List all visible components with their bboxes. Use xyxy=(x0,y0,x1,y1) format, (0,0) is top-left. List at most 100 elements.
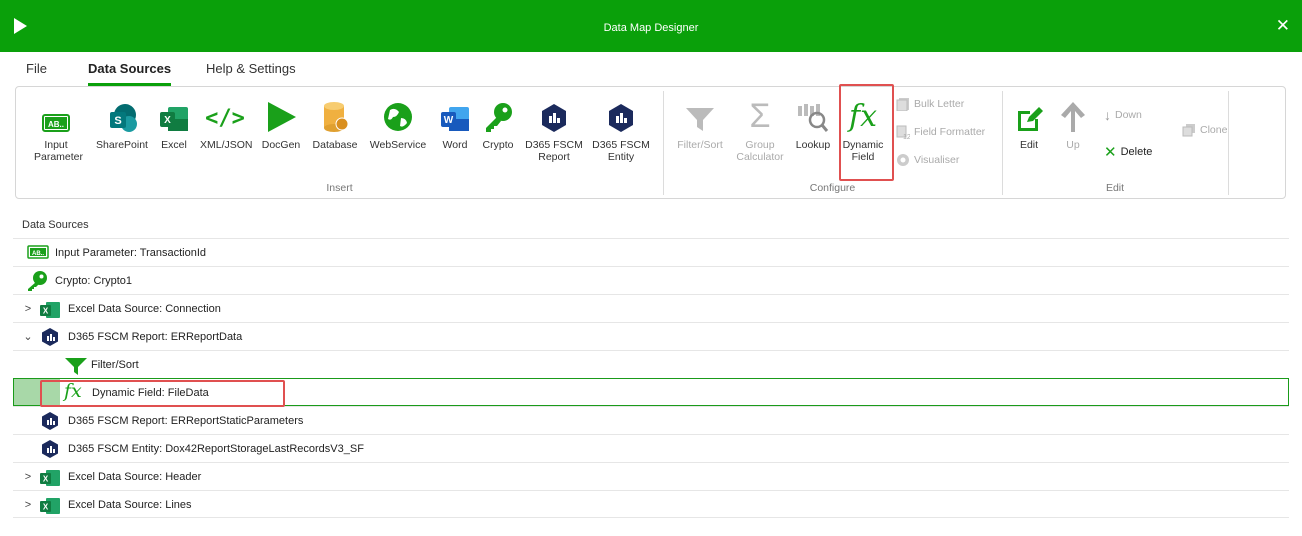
d365-fscm-report-button[interactable]: D365 FSCM Report xyxy=(524,97,584,163)
tree-row[interactable]: > X Excel Data Source: Lines xyxy=(13,490,1289,518)
word-button[interactable]: W Word xyxy=(438,97,472,151)
d365-fscm-report-label: D365 FSCM Report xyxy=(525,139,583,163)
visualiser-icon xyxy=(897,154,909,166)
code-icon: </> xyxy=(205,106,245,131)
field-formatter-icon: 123 xyxy=(896,125,910,139)
edit-label: Edit xyxy=(1019,139,1039,151)
tree-row[interactable]: AB.. Input Parameter: TransactionId xyxy=(13,238,1289,266)
bulk-letter-icon xyxy=(896,98,909,111)
tree-row[interactable]: D365 FSCM Entity: Dox42ReportStorageLast… xyxy=(13,434,1289,462)
d365-fscm-entity-button[interactable]: D365 FSCM Entity xyxy=(590,97,652,163)
webservice-button[interactable]: WebService xyxy=(368,97,428,151)
selection-indicator xyxy=(14,379,60,405)
delete-x-icon: ✕ xyxy=(1104,144,1117,161)
crypto-button[interactable]: Crypto xyxy=(478,97,518,151)
clone-button[interactable]: Clone xyxy=(1182,123,1227,137)
svg-text:AB..: AB.. xyxy=(48,120,64,129)
edit-icon xyxy=(1018,107,1043,131)
excel-icon: X xyxy=(160,107,188,131)
expand-chevron-icon[interactable]: > xyxy=(23,471,33,483)
field-formatter-button[interactable]: 123 Field Formatter xyxy=(896,125,985,139)
insert-group-label: Insert xyxy=(326,182,353,194)
delete-label: Delete xyxy=(1120,146,1153,158)
input-parameter-button[interactable]: AB.. Input Parameter xyxy=(34,97,84,163)
group-separator xyxy=(1002,91,1003,195)
input-parameter-label: Input Parameter xyxy=(34,139,84,163)
filter-sort-label: Filter/Sort xyxy=(677,139,723,151)
svg-text:123: 123 xyxy=(903,134,910,139)
tab-file[interactable]: File xyxy=(26,61,47,76)
play-icon xyxy=(268,102,296,132)
fx-icon: fx xyxy=(64,380,82,402)
input-parameter-icon: AB.. xyxy=(42,114,70,132)
tab-data-sources[interactable]: Data Sources xyxy=(88,61,172,86)
delete-button[interactable]: ✕ Delete xyxy=(1104,143,1152,161)
edit-button[interactable]: Edit xyxy=(1014,97,1044,151)
tree-row-selected[interactable]: fx Dynamic Field: FileData xyxy=(13,378,1289,406)
menu-tabs: File Data Sources Help & Settings xyxy=(0,52,1302,86)
tree-row-label: Input Parameter: TransactionId xyxy=(55,247,207,259)
lookup-button[interactable]: Lookup xyxy=(794,97,832,151)
sharepoint-button[interactable]: S SharePoint xyxy=(94,97,150,151)
d365-fscm-entity-label: D365 FSCM Entity xyxy=(592,139,650,163)
tree-row[interactable]: Filter/Sort xyxy=(13,350,1289,378)
window-title: Data Map Designer xyxy=(603,22,699,34)
svg-text:AB..: AB.. xyxy=(32,251,44,257)
database-icon xyxy=(324,102,349,132)
tree-row-label: D365 FSCM Entity: Dox42ReportStorageLast… xyxy=(68,443,364,455)
expand-chevron-icon[interactable]: > xyxy=(23,499,33,511)
svg-text:X: X xyxy=(43,307,49,316)
lookup-label: Lookup xyxy=(795,139,831,151)
tree-row-label: Excel Data Source: Lines xyxy=(68,499,192,511)
tree-row[interactable]: D365 FSCM Report: ERReportStaticParamete… xyxy=(13,406,1289,434)
word-label: Word xyxy=(442,139,468,151)
database-button[interactable]: Database xyxy=(310,97,360,151)
close-icon[interactable]: ✕ xyxy=(1276,17,1290,34)
tree-row-label: D365 FSCM Report: ERReportData xyxy=(68,331,243,343)
sharepoint-icon: S xyxy=(110,104,137,132)
d365-report-icon xyxy=(542,104,566,132)
data-sources-header: Data Sources xyxy=(22,219,89,231)
configure-group-label: Configure xyxy=(809,182,856,194)
excel-icon: X xyxy=(40,498,60,514)
svg-text:S: S xyxy=(114,115,121,127)
docgen-button[interactable]: DocGen xyxy=(260,97,302,151)
tree-row-label: Filter/Sort xyxy=(91,359,139,371)
group-separator xyxy=(1228,91,1229,195)
svg-text:X: X xyxy=(164,115,171,126)
bulk-letter-button[interactable]: Bulk Letter xyxy=(896,97,964,111)
tree-row[interactable]: Crypto: Crypto1 xyxy=(13,266,1289,294)
up-button[interactable]: Up xyxy=(1058,97,1088,151)
lookup-icon xyxy=(798,104,829,132)
webservice-label: WebService xyxy=(369,139,427,151)
sigma-icon: Σ xyxy=(749,97,771,135)
expand-chevron-icon[interactable]: > xyxy=(23,303,33,315)
xml-json-button[interactable]: </> XML/JSON xyxy=(200,97,253,151)
tree-row[interactable]: > X Excel Data Source: Header xyxy=(13,462,1289,490)
tree-row-label: D365 FSCM Report: ERReportStaticParamete… xyxy=(68,415,304,427)
tree-row-label: Excel Data Source: Connection xyxy=(68,303,221,315)
word-icon: W xyxy=(441,107,469,131)
visualiser-button[interactable]: Visualiser xyxy=(896,153,959,167)
tree-row[interactable]: > X Excel Data Source: Connection xyxy=(13,294,1289,322)
sharepoint-label: SharePoint xyxy=(96,139,148,151)
tab-help-settings[interactable]: Help & Settings xyxy=(206,61,296,76)
d365-report-icon xyxy=(42,328,58,346)
svg-text:X: X xyxy=(43,475,49,484)
d365-entity-icon xyxy=(609,104,633,132)
dynamic-field-button[interactable]: fx Dynamic Field xyxy=(838,97,888,164)
down-button[interactable]: ↓ Down xyxy=(1104,107,1142,123)
group-separator xyxy=(663,91,664,195)
excel-button[interactable]: X Excel xyxy=(158,97,190,151)
bulk-letter-label: Bulk Letter xyxy=(914,98,965,110)
excel-icon: X xyxy=(40,302,60,318)
fx-icon: fx xyxy=(848,99,878,134)
filter-sort-button[interactable]: Filter/Sort xyxy=(674,97,726,151)
group-calculator-label: Group Calculator xyxy=(736,139,784,163)
xml-json-label: XML/JSON xyxy=(200,139,253,151)
group-calculator-button[interactable]: Σ Group Calculator xyxy=(732,97,788,163)
tree-row[interactable]: ⌄ D365 FSCM Report: ERReportData xyxy=(13,322,1289,350)
collapse-chevron-icon[interactable]: ⌄ xyxy=(23,330,33,343)
d365-report-icon xyxy=(42,412,58,430)
excel-label: Excel xyxy=(161,139,187,151)
